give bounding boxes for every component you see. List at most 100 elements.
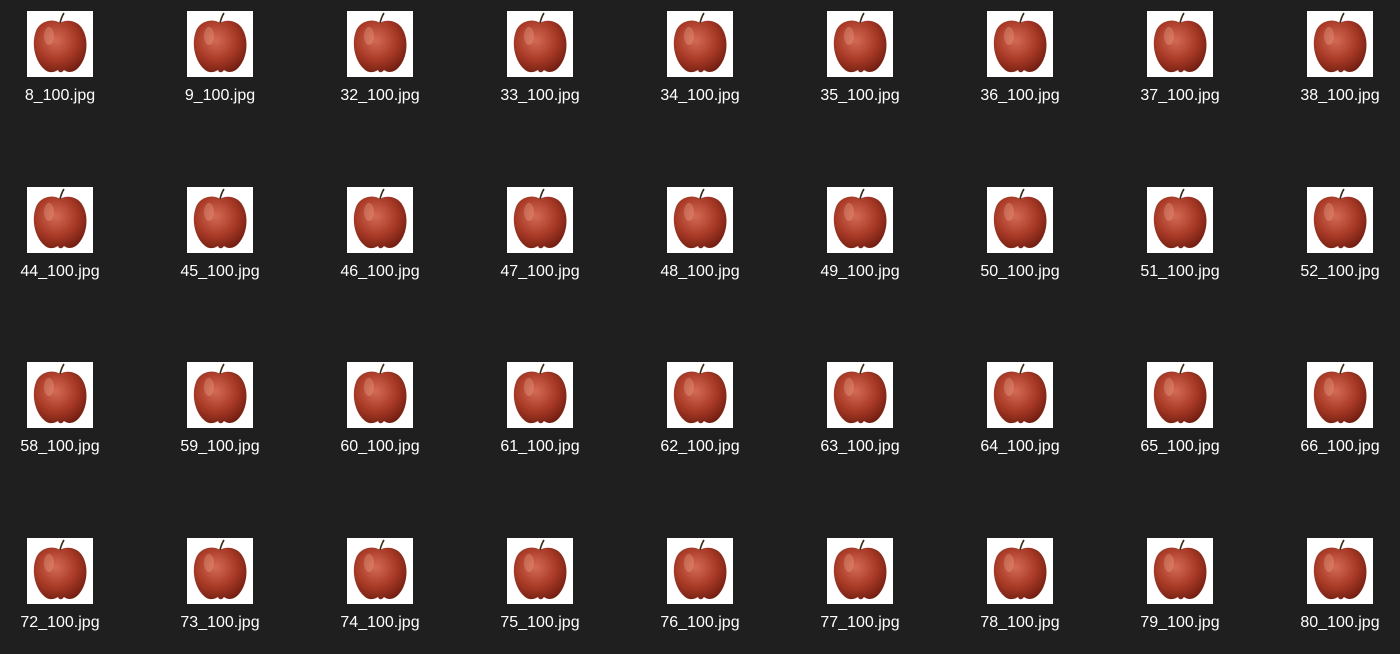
file-item-74-100[interactable]: 74_100.jpg (320, 538, 440, 648)
file-thumbnail (27, 538, 93, 604)
file-thumbnail (987, 11, 1053, 77)
file-thumbnail (987, 538, 1053, 604)
file-name-label: 50_100.jpg (980, 263, 1060, 280)
file-thumbnail (187, 538, 253, 604)
file-thumbnail (187, 362, 253, 428)
apple-thumbnail-image (353, 363, 407, 424)
file-name-label: 80_100.jpg (1300, 614, 1380, 631)
file-item-59-100[interactable]: 59_100.jpg (160, 362, 280, 472)
file-thumbnail (667, 362, 733, 428)
file-item-48-100[interactable]: 48_100.jpg (640, 187, 760, 297)
file-name-label: 38_100.jpg (1300, 87, 1380, 104)
file-item-49-100[interactable]: 49_100.jpg (800, 187, 920, 297)
file-name-label: 72_100.jpg (20, 614, 100, 631)
file-thumbnail (27, 362, 93, 428)
file-item-45-100[interactable]: 45_100.jpg (160, 187, 280, 297)
file-name-label: 9_100.jpg (184, 87, 256, 104)
apple-thumbnail-image (673, 363, 727, 424)
file-item-46-100[interactable]: 46_100.jpg (320, 187, 440, 297)
file-thumbnail (987, 362, 1053, 428)
file-name-label: 77_100.jpg (820, 614, 900, 631)
file-item-73-100[interactable]: 73_100.jpg (160, 538, 280, 648)
file-item-76-100[interactable]: 76_100.jpg (640, 538, 760, 648)
file-item-75-100[interactable]: 75_100.jpg (480, 538, 600, 648)
file-name-label: 36_100.jpg (980, 87, 1060, 104)
file-item-52-100[interactable]: 52_100.jpg (1280, 187, 1400, 297)
file-item-8-100[interactable]: 8_100.jpg (0, 11, 120, 121)
file-name-label: 75_100.jpg (500, 614, 580, 631)
file-item-78-100[interactable]: 78_100.jpg (960, 538, 1080, 648)
file-item-64-100[interactable]: 64_100.jpg (960, 362, 1080, 472)
apple-thumbnail-image (833, 363, 887, 424)
apple-thumbnail-image (1313, 539, 1367, 600)
file-item-72-100[interactable]: 72_100.jpg (0, 538, 120, 648)
file-name-label: 44_100.jpg (20, 263, 100, 280)
file-item-47-100[interactable]: 47_100.jpg (480, 187, 600, 297)
file-item-58-100[interactable]: 58_100.jpg (0, 362, 120, 472)
file-name-label: 48_100.jpg (660, 263, 740, 280)
file-thumbnail (507, 538, 573, 604)
file-item-33-100[interactable]: 33_100.jpg (480, 11, 600, 121)
file-item-62-100[interactable]: 62_100.jpg (640, 362, 760, 472)
file-item-79-100[interactable]: 79_100.jpg (1120, 538, 1240, 648)
file-thumbnail (827, 11, 893, 77)
file-thumbnail (187, 11, 253, 77)
file-name-label: 58_100.jpg (20, 438, 100, 455)
apple-thumbnail-image (993, 363, 1047, 424)
file-item-66-100[interactable]: 66_100.jpg (1280, 362, 1400, 472)
file-thumbnail (27, 11, 93, 77)
apple-thumbnail-image (833, 539, 887, 600)
apple-thumbnail-image (1153, 188, 1207, 249)
file-thumbnail (347, 362, 413, 428)
file-grid: 8_100.jpg 9_100.jpg 32_100.jpg 33_100.jp… (0, 0, 1400, 654)
apple-thumbnail-image (673, 188, 727, 249)
file-name-label: 52_100.jpg (1300, 263, 1380, 280)
file-thumbnail (667, 538, 733, 604)
file-name-label: 32_100.jpg (340, 87, 420, 104)
file-thumbnail (987, 187, 1053, 253)
apple-thumbnail-image (673, 539, 727, 600)
file-item-36-100[interactable]: 36_100.jpg (960, 11, 1080, 121)
file-name-label: 47_100.jpg (500, 263, 580, 280)
file-item-77-100[interactable]: 77_100.jpg (800, 538, 920, 648)
file-item-37-100[interactable]: 37_100.jpg (1120, 11, 1240, 121)
apple-thumbnail-image (993, 539, 1047, 600)
file-item-38-100[interactable]: 38_100.jpg (1280, 11, 1400, 121)
apple-thumbnail-image (193, 188, 247, 249)
file-item-34-100[interactable]: 34_100.jpg (640, 11, 760, 121)
apple-thumbnail-image (353, 188, 407, 249)
file-thumbnail (827, 538, 893, 604)
apple-thumbnail-image (833, 12, 887, 73)
file-item-65-100[interactable]: 65_100.jpg (1120, 362, 1240, 472)
file-item-80-100[interactable]: 80_100.jpg (1280, 538, 1400, 648)
file-item-44-100[interactable]: 44_100.jpg (0, 187, 120, 297)
file-thumbnail (1147, 538, 1213, 604)
file-item-61-100[interactable]: 61_100.jpg (480, 362, 600, 472)
file-thumbnail (1307, 11, 1373, 77)
file-item-63-100[interactable]: 63_100.jpg (800, 362, 920, 472)
apple-thumbnail-image (193, 363, 247, 424)
file-thumbnail (347, 538, 413, 604)
apple-thumbnail-image (33, 363, 87, 424)
apple-thumbnail-image (513, 12, 567, 73)
file-item-9-100[interactable]: 9_100.jpg (160, 11, 280, 121)
file-item-60-100[interactable]: 60_100.jpg (320, 362, 440, 472)
file-thumbnail (667, 11, 733, 77)
apple-thumbnail-image (993, 188, 1047, 249)
file-name-label: 37_100.jpg (1140, 87, 1220, 104)
apple-thumbnail-image (1153, 363, 1207, 424)
file-name-label: 34_100.jpg (660, 87, 740, 104)
file-name-label: 59_100.jpg (180, 438, 260, 455)
file-name-label: 64_100.jpg (980, 438, 1060, 455)
file-name-label: 78_100.jpg (980, 614, 1060, 631)
file-name-label: 8_100.jpg (24, 87, 96, 104)
file-item-32-100[interactable]: 32_100.jpg (320, 11, 440, 121)
file-name-label: 74_100.jpg (340, 614, 420, 631)
file-thumbnail (347, 187, 413, 253)
file-item-35-100[interactable]: 35_100.jpg (800, 11, 920, 121)
file-item-51-100[interactable]: 51_100.jpg (1120, 187, 1240, 297)
apple-thumbnail-image (1313, 188, 1367, 249)
file-item-50-100[interactable]: 50_100.jpg (960, 187, 1080, 297)
file-name-label: 35_100.jpg (820, 87, 900, 104)
file-thumbnail (27, 187, 93, 253)
